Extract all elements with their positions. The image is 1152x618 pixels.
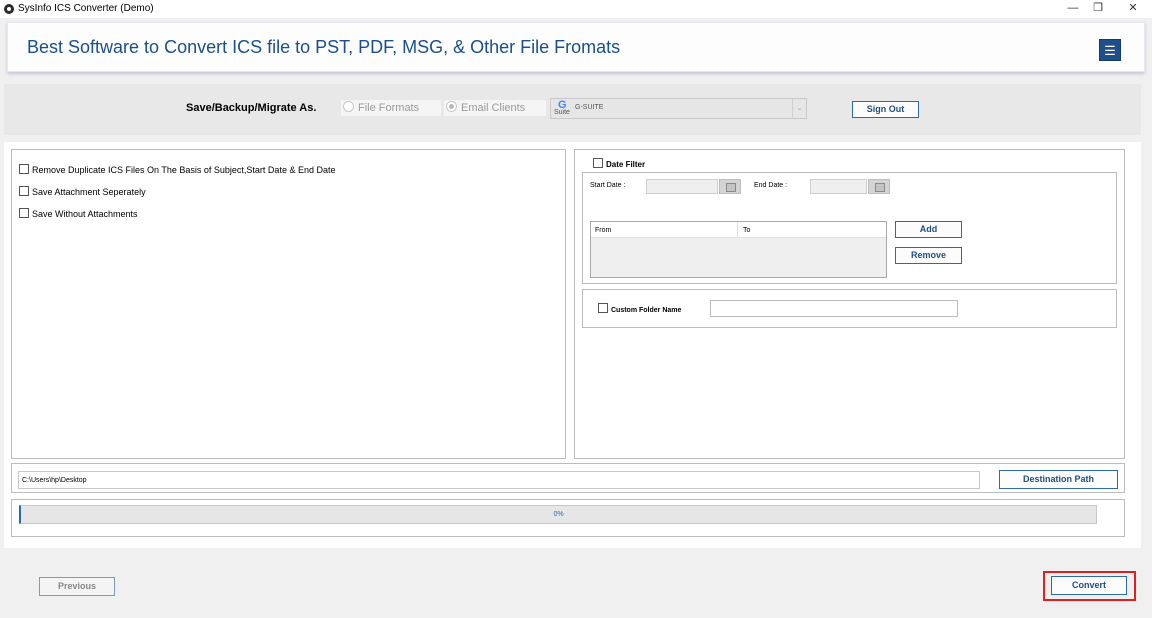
restore-button[interactable]: ❐ xyxy=(1081,0,1115,18)
calendar-icon[interactable] xyxy=(719,179,741,194)
destination-path-input[interactable]: C:\Users\hp\Desktop xyxy=(18,471,980,489)
main-panel: Remove Duplicate ICS Files On The Basis … xyxy=(4,142,1141,548)
date-range-table[interactable]: From To xyxy=(590,221,887,278)
checkbox-icon[interactable] xyxy=(598,303,608,313)
custom-folder-input[interactable] xyxy=(710,300,958,317)
progress-bar: 0% xyxy=(19,505,1097,524)
table-header: From To xyxy=(591,222,886,238)
column-from: From xyxy=(591,222,738,238)
save-options-bar: Save/Backup/Migrate As. File Formats Ema… xyxy=(4,84,1141,135)
option-remove-duplicates[interactable]: Remove Duplicate ICS Files On The Basis … xyxy=(19,164,335,175)
option-save-without-attachments[interactable]: Save Without Attachments xyxy=(19,208,138,219)
convert-button[interactable]: Convert xyxy=(1051,576,1127,595)
hamburger-icon: ☰ xyxy=(1104,43,1116,58)
destination-box: C:\Users\hp\Desktop Destination Path xyxy=(11,463,1125,493)
column-to: To xyxy=(743,227,751,234)
radio-email-clients-label: Email Clients xyxy=(461,102,526,114)
save-as-label: Save/Backup/Migrate As. xyxy=(186,102,317,114)
start-date-input[interactable] xyxy=(646,179,718,194)
menu-button[interactable]: ☰ xyxy=(1099,39,1121,61)
progress-box: 0% xyxy=(11,499,1125,537)
custom-folder-checkbox[interactable]: Custom Folder Name xyxy=(598,303,681,316)
radio-file-formats-label: File Formats xyxy=(358,102,420,114)
end-date-input[interactable] xyxy=(810,179,867,194)
progress-label: 0% xyxy=(553,511,564,518)
option-label: Remove Duplicate ICS Files On The Basis … xyxy=(32,165,336,175)
app-logo-icon xyxy=(4,4,14,14)
window-titlebar: SysInfo ICS Converter (Demo) — ❐ ✕ xyxy=(0,0,1152,18)
radio-file-formats[interactable]: File Formats xyxy=(341,100,441,116)
radio-email-clients[interactable]: Email Clients xyxy=(444,100,546,116)
select-value: G-SUITE xyxy=(575,104,604,111)
radio-circle-icon xyxy=(343,101,354,112)
option-save-attachment-separately[interactable]: Save Attachment Seperately xyxy=(19,186,146,197)
banner-title: Best Software to Convert ICS file to PST… xyxy=(27,37,621,57)
checkbox-icon[interactable] xyxy=(593,158,603,168)
option-label: Save Without Attachments xyxy=(32,209,138,219)
header-banner: Best Software to Convert ICS file to PST… xyxy=(7,22,1145,72)
custom-folder-box: Custom Folder Name xyxy=(582,289,1117,328)
date-filter-label: Date Filter xyxy=(606,160,646,169)
filter-group: Date Filter Start Date : End Date : From… xyxy=(574,149,1125,459)
window-title: SysInfo ICS Converter (Demo) xyxy=(18,3,154,14)
destination-path-button[interactable]: Destination Path xyxy=(999,470,1118,489)
start-date-label: Start Date : xyxy=(590,182,626,189)
previous-button[interactable]: Previous xyxy=(39,577,115,596)
checkbox-icon[interactable] xyxy=(19,208,29,218)
custom-folder-label: Custom Folder Name xyxy=(611,307,682,314)
email-client-select[interactable]: G Suite G-SUITE ⌄ xyxy=(550,98,807,119)
options-group: Remove Duplicate ICS Files On The Basis … xyxy=(11,149,566,459)
calendar-icon[interactable] xyxy=(868,179,890,194)
gsuite-logo-icon: G Suite xyxy=(554,99,570,116)
checkbox-icon[interactable] xyxy=(19,186,29,196)
sign-out-button[interactable]: Sign Out xyxy=(852,101,919,118)
radio-selected-icon xyxy=(446,101,457,112)
remove-button[interactable]: Remove xyxy=(895,247,962,264)
chevron-down-icon[interactable]: ⌄ xyxy=(792,99,806,118)
close-button[interactable]: ✕ xyxy=(1116,0,1150,18)
end-date-label: End Date : xyxy=(754,182,788,189)
add-button[interactable]: Add xyxy=(895,221,962,238)
date-filter-checkbox[interactable]: Date Filter xyxy=(593,158,645,170)
checkbox-icon[interactable] xyxy=(19,164,29,174)
option-label: Save Attachment Seperately xyxy=(32,187,146,197)
date-filter-box: Start Date : End Date : From To Add Remo… xyxy=(582,172,1117,284)
